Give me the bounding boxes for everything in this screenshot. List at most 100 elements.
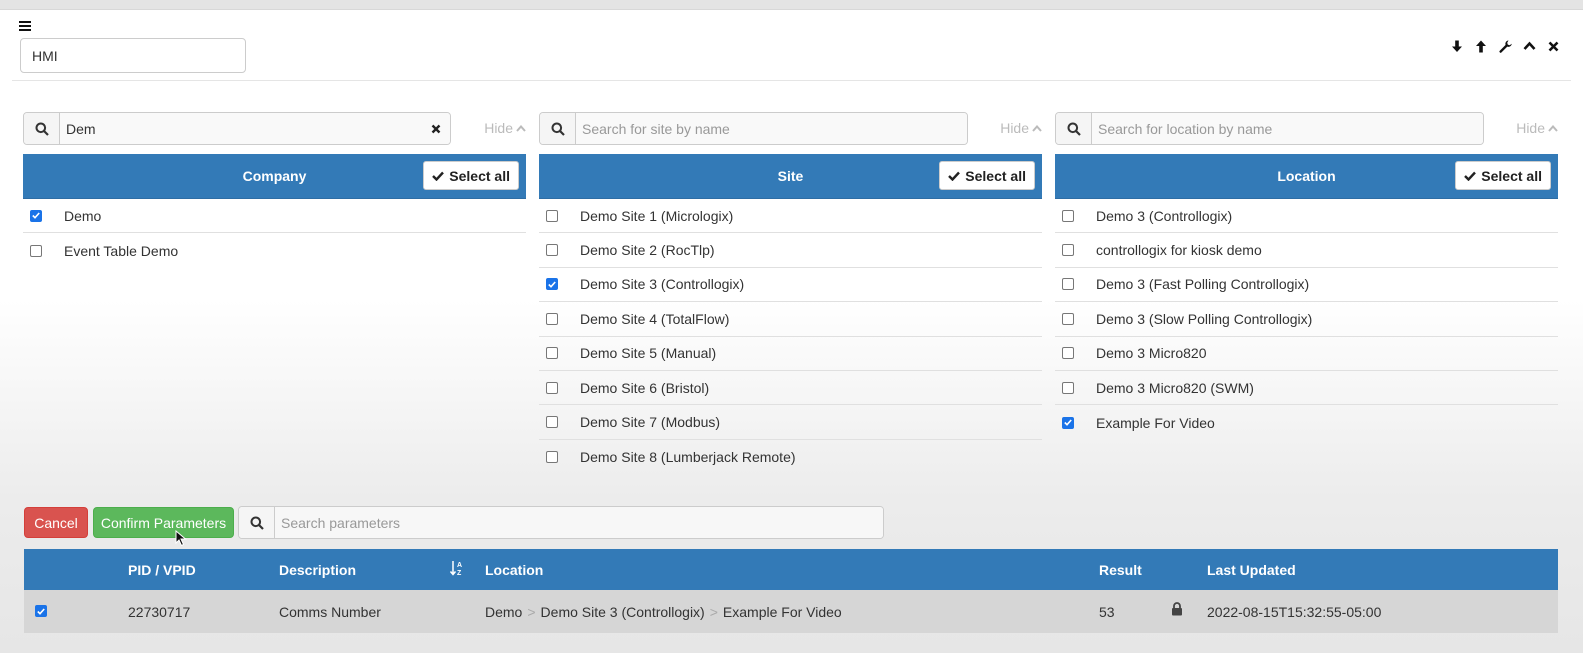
location-checkbox[interactable]: [1062, 278, 1074, 291]
wrench-icon[interactable]: [1497, 38, 1513, 54]
site-checkbox[interactable]: [546, 209, 558, 222]
location-list-item[interactable]: Demo 3 Micro820 (SWM): [1055, 371, 1558, 406]
table-row[interactable]: 22730717 Comms Number Demo > Demo Site 3 (…: [24, 590, 1558, 633]
column-header-pid[interactable]: PID / VPID: [128, 562, 196, 578]
breadcrumb-company: Demo: [485, 604, 523, 620]
location-checkbox[interactable]: [1062, 347, 1074, 360]
site-item-label: Demo Site 3 (Controllogix): [580, 276, 745, 293]
company-list-item[interactable]: Event Table Demo: [23, 233, 526, 267]
site-list-item[interactable]: Demo Site 1 (Micrologix): [539, 199, 1042, 234]
column-header-result[interactable]: Result: [1099, 562, 1142, 578]
site-checkbox[interactable]: [546, 416, 558, 429]
location-item-label: Demo 3 (Controllogix): [1096, 207, 1233, 224]
breadcrumb-separator: >: [709, 604, 718, 620]
company-panel: Hide Company Select all Demo Event Table …: [23, 112, 526, 259]
top-bar: [0, 0, 1583, 10]
chevron-up-icon: [516, 124, 526, 132]
location-checkbox[interactable]: [1062, 381, 1074, 394]
company-checkbox[interactable]: [30, 244, 42, 257]
site-checkbox[interactable]: [546, 244, 558, 257]
site-panel: Hide Site Select all Demo Site 1 (Microl…: [539, 112, 1042, 465]
company-list: Demo Event Table Demo: [23, 199, 526, 268]
column-header-location[interactable]: Location: [485, 562, 543, 578]
clear-search-icon[interactable]: [422, 113, 450, 144]
column-header-last-updated[interactable]: Last Updated: [1207, 562, 1296, 578]
row-checkbox[interactable]: [35, 605, 47, 617]
location-list-item[interactable]: controllogix for kiosk demo: [1055, 233, 1558, 268]
location-checkbox[interactable]: [1062, 244, 1074, 257]
location-header-label: Location: [1277, 168, 1336, 184]
location-list-item[interactable]: Demo 3 (Controllogix): [1055, 199, 1558, 234]
pid-cell: 22730717: [128, 604, 191, 620]
parameter-search-input[interactable]: [275, 507, 883, 538]
location-checkbox[interactable]: [1062, 209, 1074, 222]
company-header: Company Select all: [23, 154, 526, 199]
hide-label: Hide: [1516, 120, 1545, 136]
location-list-item[interactable]: Demo 3 (Slow Polling Controllogix): [1055, 302, 1558, 337]
site-checkbox[interactable]: [546, 347, 558, 360]
company-item-label: Demo: [64, 207, 102, 224]
site-checkbox[interactable]: [546, 381, 558, 394]
company-list-item[interactable]: Demo: [23, 199, 526, 234]
site-list-item[interactable]: Demo Site 2 (RocTlp): [539, 233, 1042, 268]
cancel-button[interactable]: Cancel: [24, 507, 88, 538]
site-list-item[interactable]: Demo Site 3 (Controllogix): [539, 268, 1042, 303]
company-checkbox[interactable]: [30, 209, 42, 222]
location-item-label: controllogix for kiosk demo: [1096, 242, 1262, 259]
location-select-all-button[interactable]: Select all: [1455, 161, 1551, 190]
location-checkbox[interactable]: [1062, 416, 1074, 429]
select-all-label: Select all: [965, 167, 1026, 184]
breadcrumb-separator: >: [527, 604, 536, 620]
title-input[interactable]: [20, 38, 246, 73]
location-list-item[interactable]: Demo 3 (Fast Polling Controllogix): [1055, 268, 1558, 303]
site-checkbox[interactable]: [546, 278, 558, 291]
company-header-label: Company: [242, 168, 307, 184]
arrow-down-icon[interactable]: [1449, 38, 1465, 54]
parameter-search-group: [238, 506, 884, 539]
location-hide-toggle[interactable]: Hide: [1516, 120, 1558, 136]
site-list-item[interactable]: Demo Site 6 (Bristol): [539, 371, 1042, 406]
site-item-label: Demo Site 1 (Micrologix): [580, 207, 734, 224]
confirm-parameters-button[interactable]: Confirm Parameters: [93, 507, 234, 538]
site-item-label: Demo Site 8 (Lumberjack Remote): [580, 448, 796, 465]
site-search-input[interactable]: [576, 113, 967, 144]
site-item-label: Demo Site 4 (TotalFlow): [580, 310, 730, 327]
location-checkbox[interactable]: [1062, 312, 1074, 325]
hamburger-icon[interactable]: [19, 20, 31, 36]
site-checkbox[interactable]: [546, 450, 558, 463]
location-item-label: Demo 3 (Slow Polling Controllogix): [1096, 310, 1313, 327]
location-search-input[interactable]: [1092, 113, 1483, 144]
divider: [12, 80, 1571, 81]
close-icon[interactable]: [1545, 38, 1561, 54]
location-list-item[interactable]: Demo 3 Micro820: [1055, 337, 1558, 371]
sort-alpha-icon[interactable]: A Z: [450, 560, 464, 576]
company-search-input[interactable]: [60, 113, 422, 144]
results-table-header: PID / VPID Description A Z Location Resu…: [24, 549, 1558, 590]
last-updated-cell: 2022-08-15T15:32:55-05:00: [1207, 604, 1382, 620]
chevron-up-icon[interactable]: [1521, 38, 1537, 54]
site-item-label: Demo Site 7 (Modbus): [580, 414, 721, 431]
select-all-label: Select all: [1481, 167, 1542, 184]
location-item-label: Demo 3 Micro820: [1096, 345, 1207, 362]
check-icon: [432, 171, 445, 181]
company-hide-toggle[interactable]: Hide: [484, 120, 526, 136]
company-select-all-button[interactable]: Select all: [423, 161, 519, 190]
site-list-item[interactable]: Demo Site 7 (Modbus): [539, 405, 1042, 440]
site-item-label: Demo Site 6 (Bristol): [580, 379, 710, 396]
location-list-item[interactable]: Example For Video: [1055, 405, 1558, 439]
site-list-item[interactable]: Demo Site 4 (TotalFlow): [539, 302, 1042, 337]
location-item-label: Example For Video: [1096, 414, 1215, 431]
location-breadcrumb: Demo > Demo Site 3 (Controllogix) > Example …: [485, 604, 842, 620]
check-icon: [1464, 171, 1477, 181]
arrow-up-icon[interactable]: [1473, 38, 1489, 54]
site-checkbox[interactable]: [546, 312, 558, 325]
location-search-group: [1055, 112, 1484, 145]
site-hide-toggle[interactable]: Hide: [1000, 120, 1042, 136]
site-select-all-button[interactable]: Select all: [939, 161, 1035, 190]
location-item-label: Demo 3 (Fast Polling Controllogix): [1096, 276, 1310, 293]
company-search-group: [23, 112, 451, 145]
search-icon: [239, 507, 275, 538]
site-list-item[interactable]: Demo Site 8 (Lumberjack Remote): [539, 440, 1042, 474]
site-list-item[interactable]: Demo Site 5 (Manual): [539, 337, 1042, 371]
column-header-description[interactable]: Description: [279, 562, 356, 578]
